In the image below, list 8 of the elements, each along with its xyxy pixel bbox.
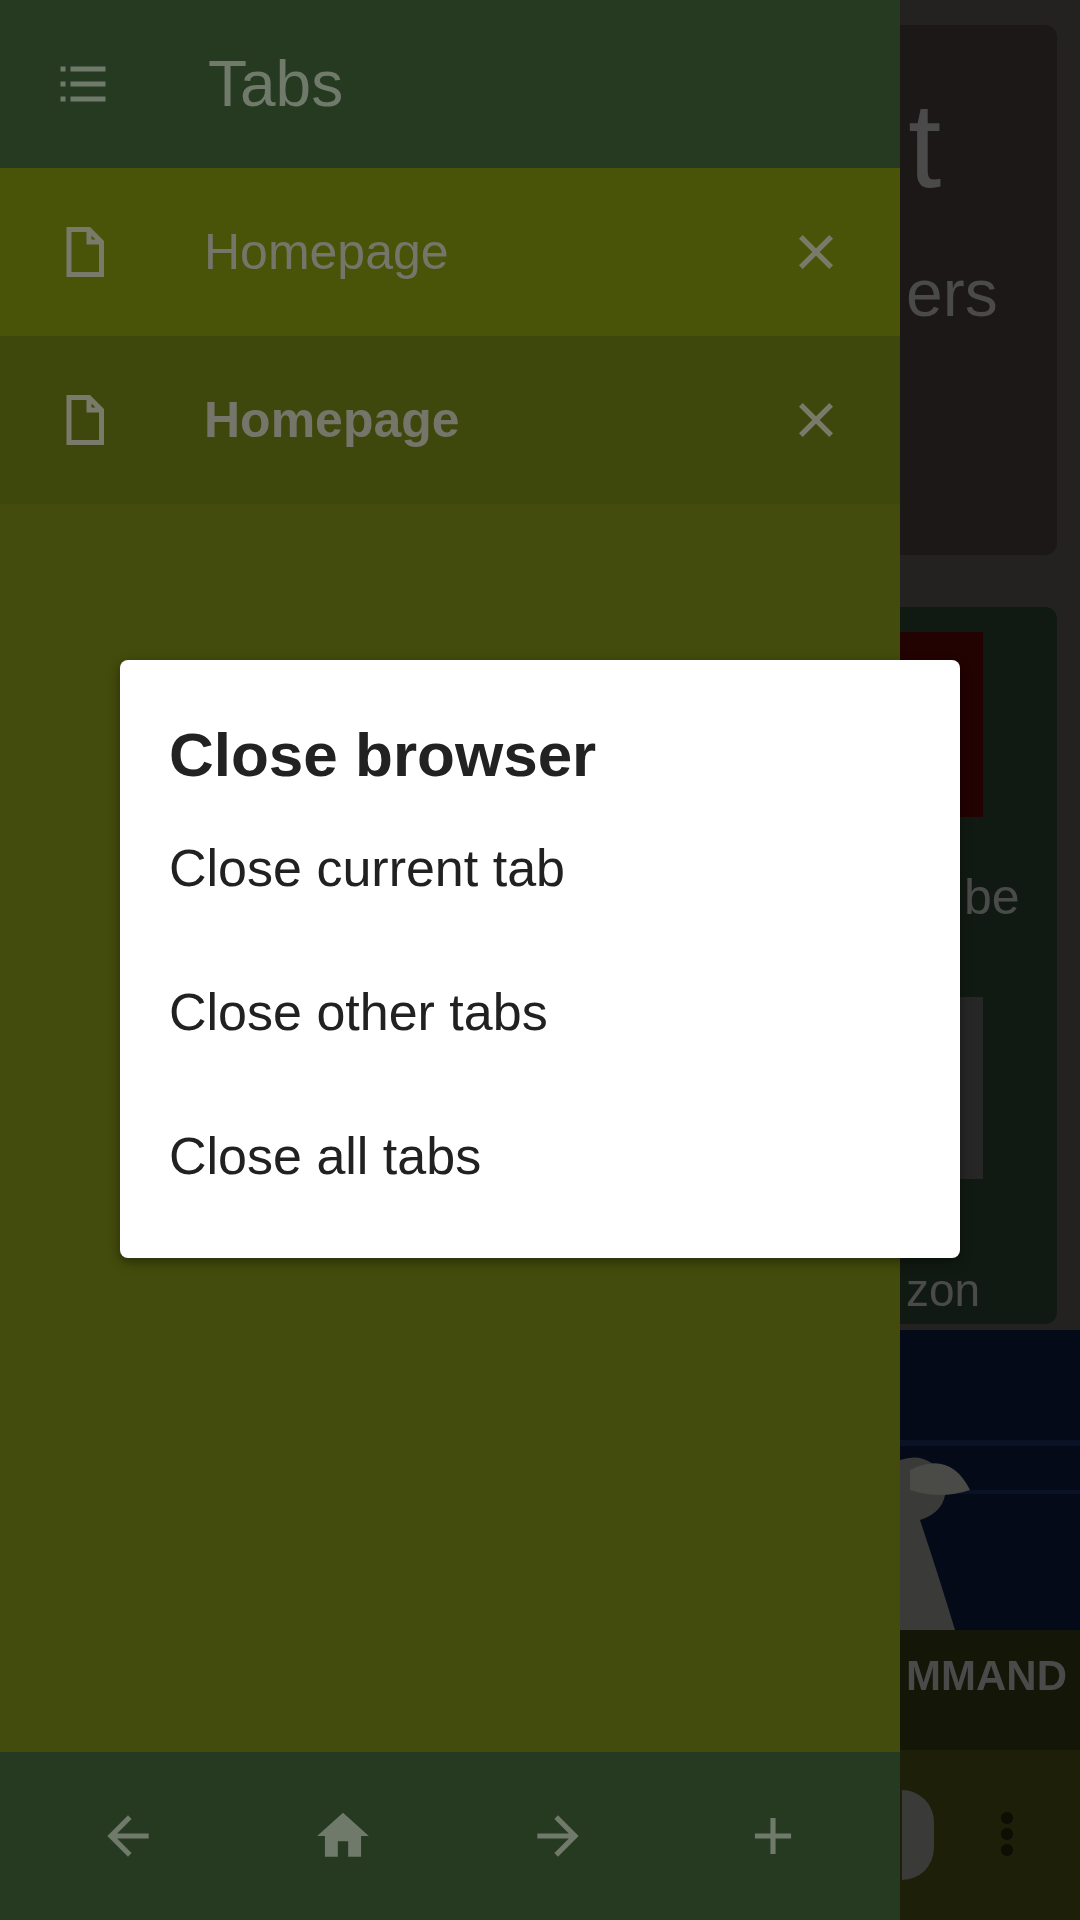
menu-option[interactable]: Close current tab	[120, 806, 960, 931]
card-text: be	[964, 872, 1020, 922]
menu-option[interactable]: Close all tabs	[120, 1094, 960, 1219]
drawer-title: Tabs	[208, 47, 344, 121]
menu-option[interactable]: Close other tabs	[120, 950, 960, 1075]
card-text: zon	[906, 1267, 981, 1313]
dialog-title: Close browser	[169, 719, 598, 791]
banner-text: MMAND	[906, 1655, 1067, 1697]
